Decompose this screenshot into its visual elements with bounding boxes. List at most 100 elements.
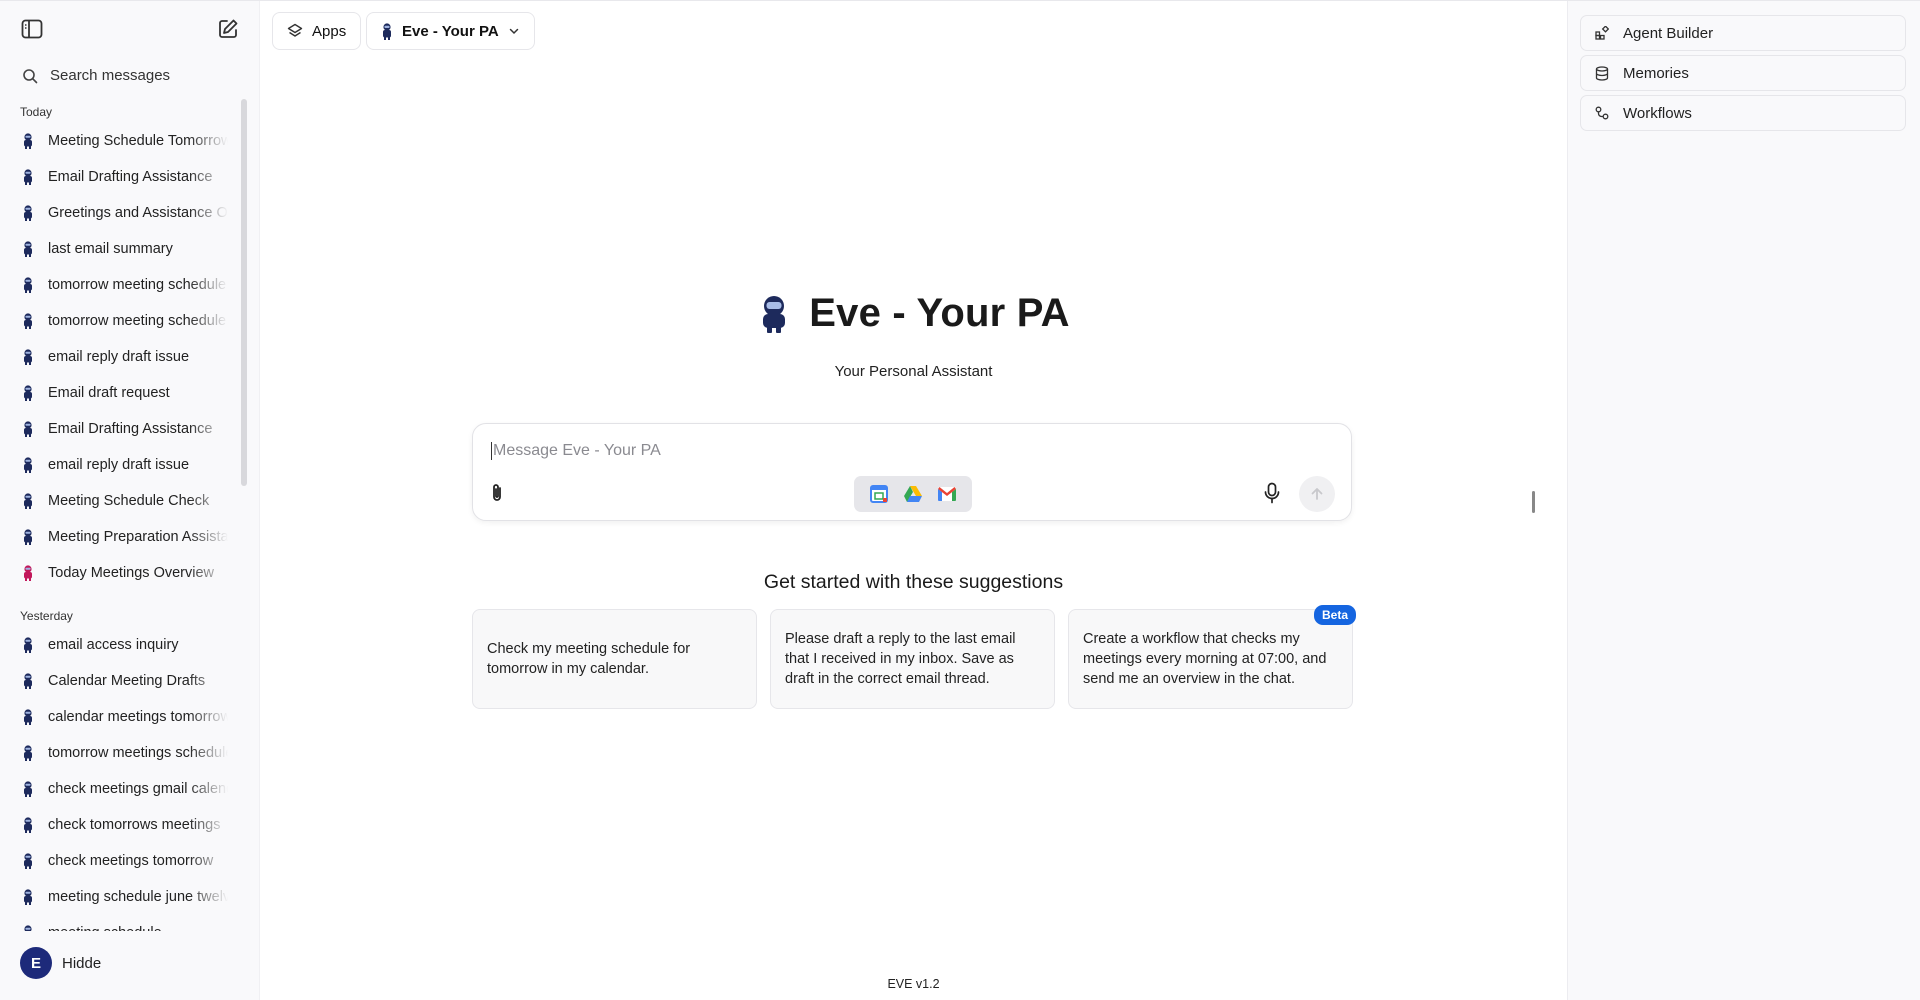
attach-file-button[interactable] xyxy=(487,482,507,509)
agent-avatar-icon xyxy=(24,637,32,653)
gmail-icon[interactable] xyxy=(936,483,958,505)
chat-history-label: calendar meetings tomorrow xyxy=(48,709,228,725)
chat-history-item[interactable]: email reply draft issue xyxy=(0,339,248,375)
chat-history-item[interactable]: Meeting Preparation Assistance xyxy=(0,519,248,555)
chat-history-item[interactable]: tomorrow meeting schedule xyxy=(0,303,248,339)
agent-avatar-icon xyxy=(24,745,32,761)
chat-history-item[interactable]: Email Drafting Assistance xyxy=(0,411,248,447)
agent-avatar-icon xyxy=(24,349,32,365)
chat-history-item[interactable]: Meeting Schedule Check xyxy=(0,483,248,519)
chat-history-list[interactable]: Today Meeting Schedule Tomorrow Email Draf… xyxy=(0,101,248,931)
section-label: Today xyxy=(20,105,53,119)
voice-input-button[interactable] xyxy=(1263,482,1281,509)
message-input[interactable] xyxy=(491,442,1291,460)
suggestion-card[interactable]: Create a workflow that checks my meeting… xyxy=(1068,605,1356,709)
suggestions-title: Get started with these suggestions xyxy=(763,571,1064,593)
chat-history-item[interactable]: check tomorrows meetings xyxy=(0,807,248,843)
hero: Eve - Your PA xyxy=(260,291,1567,336)
chat-history-label: last email summary xyxy=(48,241,173,257)
agent-avatar-icon xyxy=(24,421,32,437)
agent-avatar-icon xyxy=(24,457,32,473)
chat-history-item[interactable]: email access inquiry xyxy=(0,627,248,663)
chat-history-label: check meetings gmail calendar xyxy=(48,781,228,797)
workflows-button[interactable]: Workflows xyxy=(1580,95,1906,131)
chat-history-label: Meeting Schedule Tomorrow xyxy=(48,133,228,149)
agent-avatar-icon xyxy=(24,493,32,509)
agent-avatar-icon xyxy=(24,781,32,797)
chevron-down-icon xyxy=(509,28,518,35)
chat-history-item[interactable]: email reply draft issue xyxy=(0,447,248,483)
apps-button[interactable]: Apps xyxy=(272,12,362,50)
suggestion-text: Please draft a reply to the last email t… xyxy=(785,631,1016,687)
user-avatar: E xyxy=(20,947,52,979)
agent-avatar-icon xyxy=(383,22,391,40)
resize-handle[interactable] xyxy=(1532,491,1535,513)
memories-label: Memories xyxy=(1623,64,1689,82)
chat-history-label: check meetings tomorrow xyxy=(48,853,214,869)
search-messages[interactable] xyxy=(22,67,230,84)
chat-history-label: Email Drafting Assistance xyxy=(48,169,213,185)
suggestion-card[interactable]: Please draft a reply to the last email t… xyxy=(770,609,1055,709)
page-title: Eve - Your PA xyxy=(809,291,1070,335)
user-profile-button[interactable]: E Hidde xyxy=(20,947,101,979)
chat-history-label: Meeting Schedule Check xyxy=(48,493,210,509)
integrations-bar xyxy=(854,476,972,512)
chat-history-item[interactable]: meeting schedule june twelve xyxy=(0,879,248,915)
sidebar-scrollbar[interactable] xyxy=(241,99,247,486)
workflows-label: Workflows xyxy=(1623,104,1692,122)
agent-builder-button[interactable]: Agent Builder xyxy=(1580,15,1906,51)
chat-history-item[interactable]: Greetings and Assistance Offered xyxy=(0,195,248,231)
toggle-sidebar-button[interactable] xyxy=(18,15,46,43)
agent-avatar-icon xyxy=(24,241,32,257)
chat-history-item[interactable]: Email draft request xyxy=(0,375,248,411)
chat-history-item[interactable]: Meeting Schedule Tomorrow xyxy=(0,123,248,159)
agent-avatar-icon xyxy=(24,313,32,329)
chat-history-item[interactable]: Today Meetings Overview xyxy=(0,555,248,591)
version-label: EVE v1.2 xyxy=(887,977,940,991)
agent-avatar-icon xyxy=(24,169,32,185)
chat-history-item[interactable]: calendar meetings tomorrow xyxy=(0,699,248,735)
section-label: Yesterday xyxy=(20,609,73,623)
sidebar-toggle-icon xyxy=(21,19,43,39)
new-chat-button[interactable] xyxy=(214,15,242,43)
suggestion-text: Check my meeting schedule for tomorrow i… xyxy=(487,641,691,677)
user-name: Hidde xyxy=(62,954,102,972)
right-panel: Agent Builder Memories Workflows xyxy=(1567,1,1920,1000)
memories-button[interactable]: Memories xyxy=(1580,55,1906,91)
chat-history-item[interactable]: check meetings tomorrow xyxy=(0,843,248,879)
page-subtitle: Your Personal Assistant xyxy=(834,363,993,380)
agent-name: Eve - Your PA xyxy=(402,22,499,40)
chat-history-item[interactable]: tomorrow meeting schedule xyxy=(0,267,248,303)
workflow-icon xyxy=(1595,106,1609,120)
chat-history-item[interactable]: last email summary xyxy=(0,231,248,267)
agent-selector-dropdown[interactable]: Eve - Your PA xyxy=(366,12,535,50)
agent-avatar-icon xyxy=(24,565,32,581)
agent-builder-icon xyxy=(1595,26,1609,40)
paperclip-icon xyxy=(493,484,501,501)
search-icon xyxy=(23,68,38,83)
google-calendar-icon[interactable] xyxy=(868,483,890,505)
suggestion-card[interactable]: Check my meeting schedule for tomorrow i… xyxy=(472,609,757,709)
chat-history-label: Greetings and Assistance Offered xyxy=(48,205,228,221)
chat-history-item[interactable]: Calendar Meeting Drafts xyxy=(0,663,248,699)
agent-builder-label: Agent Builder xyxy=(1623,24,1714,42)
chat-history-label: check tomorrows meetings xyxy=(48,817,221,833)
sidebar-header xyxy=(0,1,259,57)
microphone-icon xyxy=(1264,482,1280,504)
chat-history-label: Today Meetings Overview xyxy=(48,565,215,581)
send-button[interactable] xyxy=(1299,476,1335,512)
chat-history-label: email access inquiry xyxy=(48,637,179,653)
agent-avatar-icon xyxy=(24,673,32,689)
apps-label: Apps xyxy=(312,22,347,40)
chat-history-item[interactable]: meeting schedule xyxy=(0,915,248,931)
google-drive-icon[interactable] xyxy=(902,483,924,505)
suggestion-text: Create a workflow that checks my meeting… xyxy=(1083,631,1327,687)
chat-history-item[interactable]: Email Drafting Assistance xyxy=(0,159,248,195)
chat-history-item[interactable]: check meetings gmail calendar xyxy=(0,771,248,807)
message-composer xyxy=(472,423,1352,521)
search-input[interactable] xyxy=(50,67,230,84)
chat-history-label: tomorrow meetings schedule xyxy=(48,745,228,761)
chat-history-item[interactable]: tomorrow meetings schedule xyxy=(0,735,248,771)
arrow-up-icon xyxy=(1311,488,1323,500)
agent-avatar-icon xyxy=(24,133,32,149)
